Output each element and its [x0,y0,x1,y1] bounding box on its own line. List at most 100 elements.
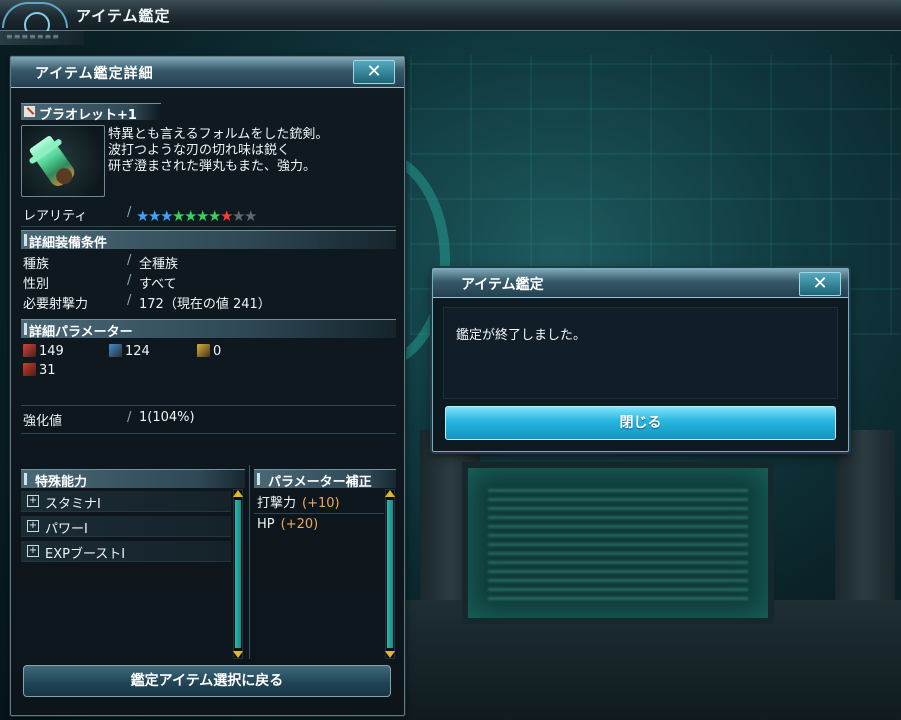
separator: / [127,410,132,425]
close-dialog-button[interactable]: ✕ [799,272,841,296]
req-row-ranged-power: 必要射撃力 / 172（現在の値 241） [23,293,398,312]
grind-value: 1(104%) [139,410,195,425]
rarity-star-filled-icon: ★ [160,207,173,225]
separator: / [127,205,132,220]
params-section-header: 詳細パラメーター [21,319,396,340]
rarity-stars: ★★★★★★★★★★ [136,207,257,225]
description-line: 研ぎ澄まされた弾丸もまた、強力。 [108,159,317,174]
scene-pillar [835,430,895,600]
item-appraisal-detail-window: アイテム鑑定詳細 ✕ ブラオレット+1 特異とも言えるフォルムをした銃剣。 波打… [10,56,405,716]
rarity-star-filled-icon: ★ [208,207,221,225]
ranged-attack-icon [109,344,122,357]
gunslash-image-icon [28,134,78,190]
ability-name: スタミナI [45,497,101,512]
req-value: すべて [139,277,177,292]
scroll-down-arrow-icon[interactable] [233,651,243,658]
close-window-button[interactable]: ✕ [353,60,395,84]
top-bar: アイテム鑑定 [0,0,901,38]
abilities-header-bar: 特殊能力 [21,469,245,490]
separator: / [127,293,132,308]
bonus-header-bar: パラメーター補正 [254,469,396,490]
appraisal-complete-dialog: アイテム鑑定 ✕ 鑑定が終了しました。 閉じる [432,268,849,452]
rarity-star-filled-icon: ★ [184,207,197,225]
item-thumbnail [21,125,105,197]
rarity-star-filled-icon: ★ [148,207,161,225]
ability-item[interactable]: + パワーI [21,516,231,537]
stat-element: 31 [23,363,56,378]
divider [21,405,396,406]
expand-plus-icon[interactable]: + [27,545,39,557]
stat-value: 0 [213,344,222,359]
gunslash-weapon-icon [24,106,35,117]
bonus-name: HP [257,517,275,532]
bonus-name: 打撃力 [257,496,297,511]
rarity-label: レアリティ [23,209,88,224]
abilities-header: 特殊能力 [35,475,88,490]
stat-value: 31 [39,363,56,378]
back-to-item-selection-button[interactable]: 鑑定アイテム選択に戻る [23,665,391,697]
dialog-message: 鑑定が終了しました。 [456,328,587,343]
divider [21,226,396,227]
rarity-star-empty-icon: ★ [244,207,257,225]
bonus-scrollbar[interactable] [385,489,395,659]
abilities-scrollbar[interactable] [233,489,243,659]
column-divider [249,465,250,659]
req-value: 172（現在の値 241） [139,297,271,312]
stat-value: 149 [39,344,64,359]
req-key: 必要射撃力 [23,297,89,312]
description-line: 波打つような刃の切れ味は鋭く [108,143,291,158]
requirements-header: 詳細装備条件 [29,236,108,251]
striking-attack-icon [23,344,36,357]
dialog-header: アイテム鑑定 ✕ [433,269,848,298]
divider [21,433,396,434]
ability-name: EXPブーストI [45,547,126,562]
ability-item[interactable]: + スタミナI [21,491,231,512]
rarity-star-filled-icon: ★ [172,207,185,225]
requirements-section-header: 詳細装備条件 [21,230,396,251]
dialog-title: アイテム鑑定 [461,277,544,293]
item-description: 特異とも言えるフォルムをした銃剣。 波打つような刃の切れ味は鋭く 研ぎ澄まされた… [108,127,398,175]
separator: / [127,273,132,288]
bonus-item: 打撃力 (+10) [257,492,340,511]
bonus-header: パラメーター補正 [268,475,372,490]
scroll-down-arrow-icon[interactable] [385,651,395,658]
separator: / [127,253,132,268]
section-marker-icon [24,323,27,335]
top-bar-title: アイテム鑑定 [76,7,171,25]
stat-value: 124 [125,344,150,359]
bonus-value: (+10) [302,496,340,511]
rarity-star-filled-icon: ★ [220,207,233,225]
stat-technique: 0 [197,344,221,359]
divider [254,513,384,514]
bonus-value: (+20) [280,517,319,532]
bonus-item: HP (+20) [257,517,318,532]
dialog-body: 鑑定が終了しました。 [443,307,838,399]
scroll-thumb[interactable] [387,500,393,648]
req-key: 種族 [23,257,50,272]
req-value: 全種族 [139,257,179,272]
technique-attack-icon [197,344,210,357]
rarity-star-filled-icon: ★ [196,207,209,225]
expand-plus-icon[interactable]: + [27,495,39,507]
ability-item[interactable]: + EXPブーストI [21,541,231,562]
scroll-up-arrow-icon[interactable] [233,490,243,497]
req-row-gender: 性別 / すべて [23,273,398,292]
req-key: 性別 [23,277,50,292]
params-header: 詳細パラメーター [29,325,133,340]
grind-row: 強化値 / 1(104%) [23,410,398,429]
section-marker-icon [257,473,260,485]
scroll-up-arrow-icon[interactable] [385,490,395,497]
ability-name: パワーI [45,522,88,537]
item-name: ブラオレット+1 [39,108,137,123]
section-marker-icon [24,473,27,485]
window-title: アイテム鑑定詳細 [35,66,154,82]
game-logo-icon [2,2,68,38]
item-name-bar: ブラオレット+1 [21,103,161,123]
expand-plus-icon[interactable]: + [27,520,39,532]
scene-console-screen [462,462,774,624]
dialog-close-button[interactable]: 閉じる [445,406,836,440]
rarity-star-filled-icon: ★ [136,207,149,225]
sub-bar-decoration: ≡≡≡≡≡≡≡ [6,32,60,41]
scroll-thumb[interactable] [235,500,241,648]
window-header: アイテム鑑定詳細 ✕ [11,57,404,88]
